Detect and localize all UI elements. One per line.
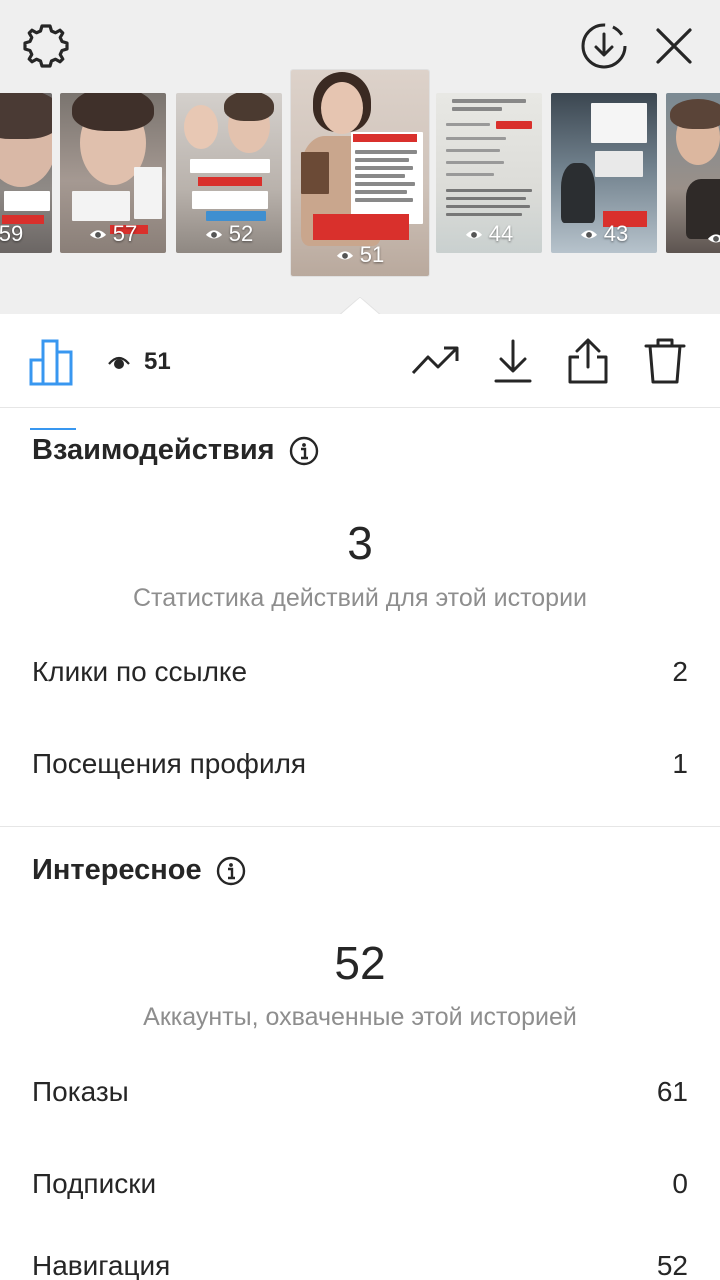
interactions-total: 3 <box>347 517 373 569</box>
eye-icon <box>108 356 130 369</box>
metric-row-profile-visits: Посещения профиля 1 <box>32 748 688 780</box>
story-view-count: 59 <box>0 221 24 246</box>
delete-button[interactable] <box>640 336 690 386</box>
metric-value: 1 <box>672 748 688 779</box>
story-view-count: 52 <box>176 221 282 247</box>
metric-row-follows: Подписки 0 <box>32 1168 688 1200</box>
eye-icon <box>205 230 222 239</box>
metric-value: 61 <box>656 1076 688 1107</box>
metric-label: Навигация <box>32 1250 171 1280</box>
trash-icon <box>644 338 686 384</box>
story-thumbnail[interactable]: 43 <box>551 93 657 253</box>
active-tab-underline <box>30 428 76 430</box>
bar-chart-icon <box>29 339 73 386</box>
metric-value: 52 <box>656 1250 688 1280</box>
close-button[interactable] <box>648 18 700 74</box>
eye-icon <box>707 234 720 243</box>
story-archive-header: 59 57 52 51 44 43 <box>0 0 720 318</box>
eye-icon <box>465 230 482 239</box>
metric-label: Посещения профиля <box>32 748 307 779</box>
metric-label: Показы <box>32 1076 129 1107</box>
story-view-count: 51 <box>291 242 429 268</box>
story-thumbnail-selected[interactable]: 51 <box>291 70 429 276</box>
section-divider <box>0 826 720 827</box>
story-view-count: 43 <box>551 221 657 247</box>
interactions-caption: Статистика действий для этой истории <box>132 584 588 612</box>
promote-button[interactable] <box>410 336 460 386</box>
accounts-reached-caption: Аккаунты, охваченные этой историей <box>143 1003 577 1031</box>
close-icon <box>656 28 692 64</box>
metric-row-navigation: Навигация 52 <box>32 1250 688 1280</box>
share-button[interactable] <box>563 336 613 386</box>
download-circle-icon <box>581 23 627 69</box>
metric-value: 0 <box>672 1168 688 1199</box>
trending-icon <box>411 346 459 375</box>
story-view-count: 44 <box>436 221 542 247</box>
gear-icon <box>23 24 69 68</box>
share-icon <box>568 338 608 384</box>
story-thumbnail[interactable]: 52 <box>176 93 282 253</box>
info-icon[interactable] <box>216 856 246 886</box>
story-views-summary[interactable]: 51 <box>108 344 171 380</box>
metric-label: Подписки <box>32 1168 157 1199</box>
eye-icon <box>336 251 353 260</box>
insights-toolbar: 51 <box>0 314 720 430</box>
eye-icon <box>580 230 597 239</box>
story-thumbnail[interactable]: 44 <box>436 93 542 253</box>
story-view-count <box>666 229 720 247</box>
story-thumbnail[interactable]: 57 <box>60 93 166 253</box>
metric-row-link-clicks: Клики по ссылке 2 <box>32 656 688 688</box>
metric-row-impressions: Показы 61 <box>32 1076 688 1108</box>
selected-story-views: 51 <box>144 348 171 375</box>
info-icon[interactable] <box>289 436 319 466</box>
eye-icon <box>89 230 106 239</box>
download-icon <box>494 339 532 383</box>
tab-insights[interactable] <box>28 338 78 430</box>
story-view-count: 57 <box>60 221 166 247</box>
story-thumbnail[interactable] <box>666 93 720 253</box>
metric-value: 2 <box>672 656 688 687</box>
story-thumbnail[interactable]: 59 <box>0 93 52 253</box>
discovery-section-title: Интересное <box>32 854 246 887</box>
story-thumbnail-strip[interactable]: 59 57 52 51 44 43 <box>0 68 720 313</box>
settings-button[interactable] <box>18 18 74 74</box>
interactions-section-title: Взаимодействия <box>32 434 319 467</box>
accounts-reached-total: 52 <box>334 937 386 989</box>
download-button[interactable] <box>488 336 538 386</box>
save-story-button[interactable] <box>576 18 632 74</box>
metric-label: Клики по ссылке <box>32 656 248 687</box>
